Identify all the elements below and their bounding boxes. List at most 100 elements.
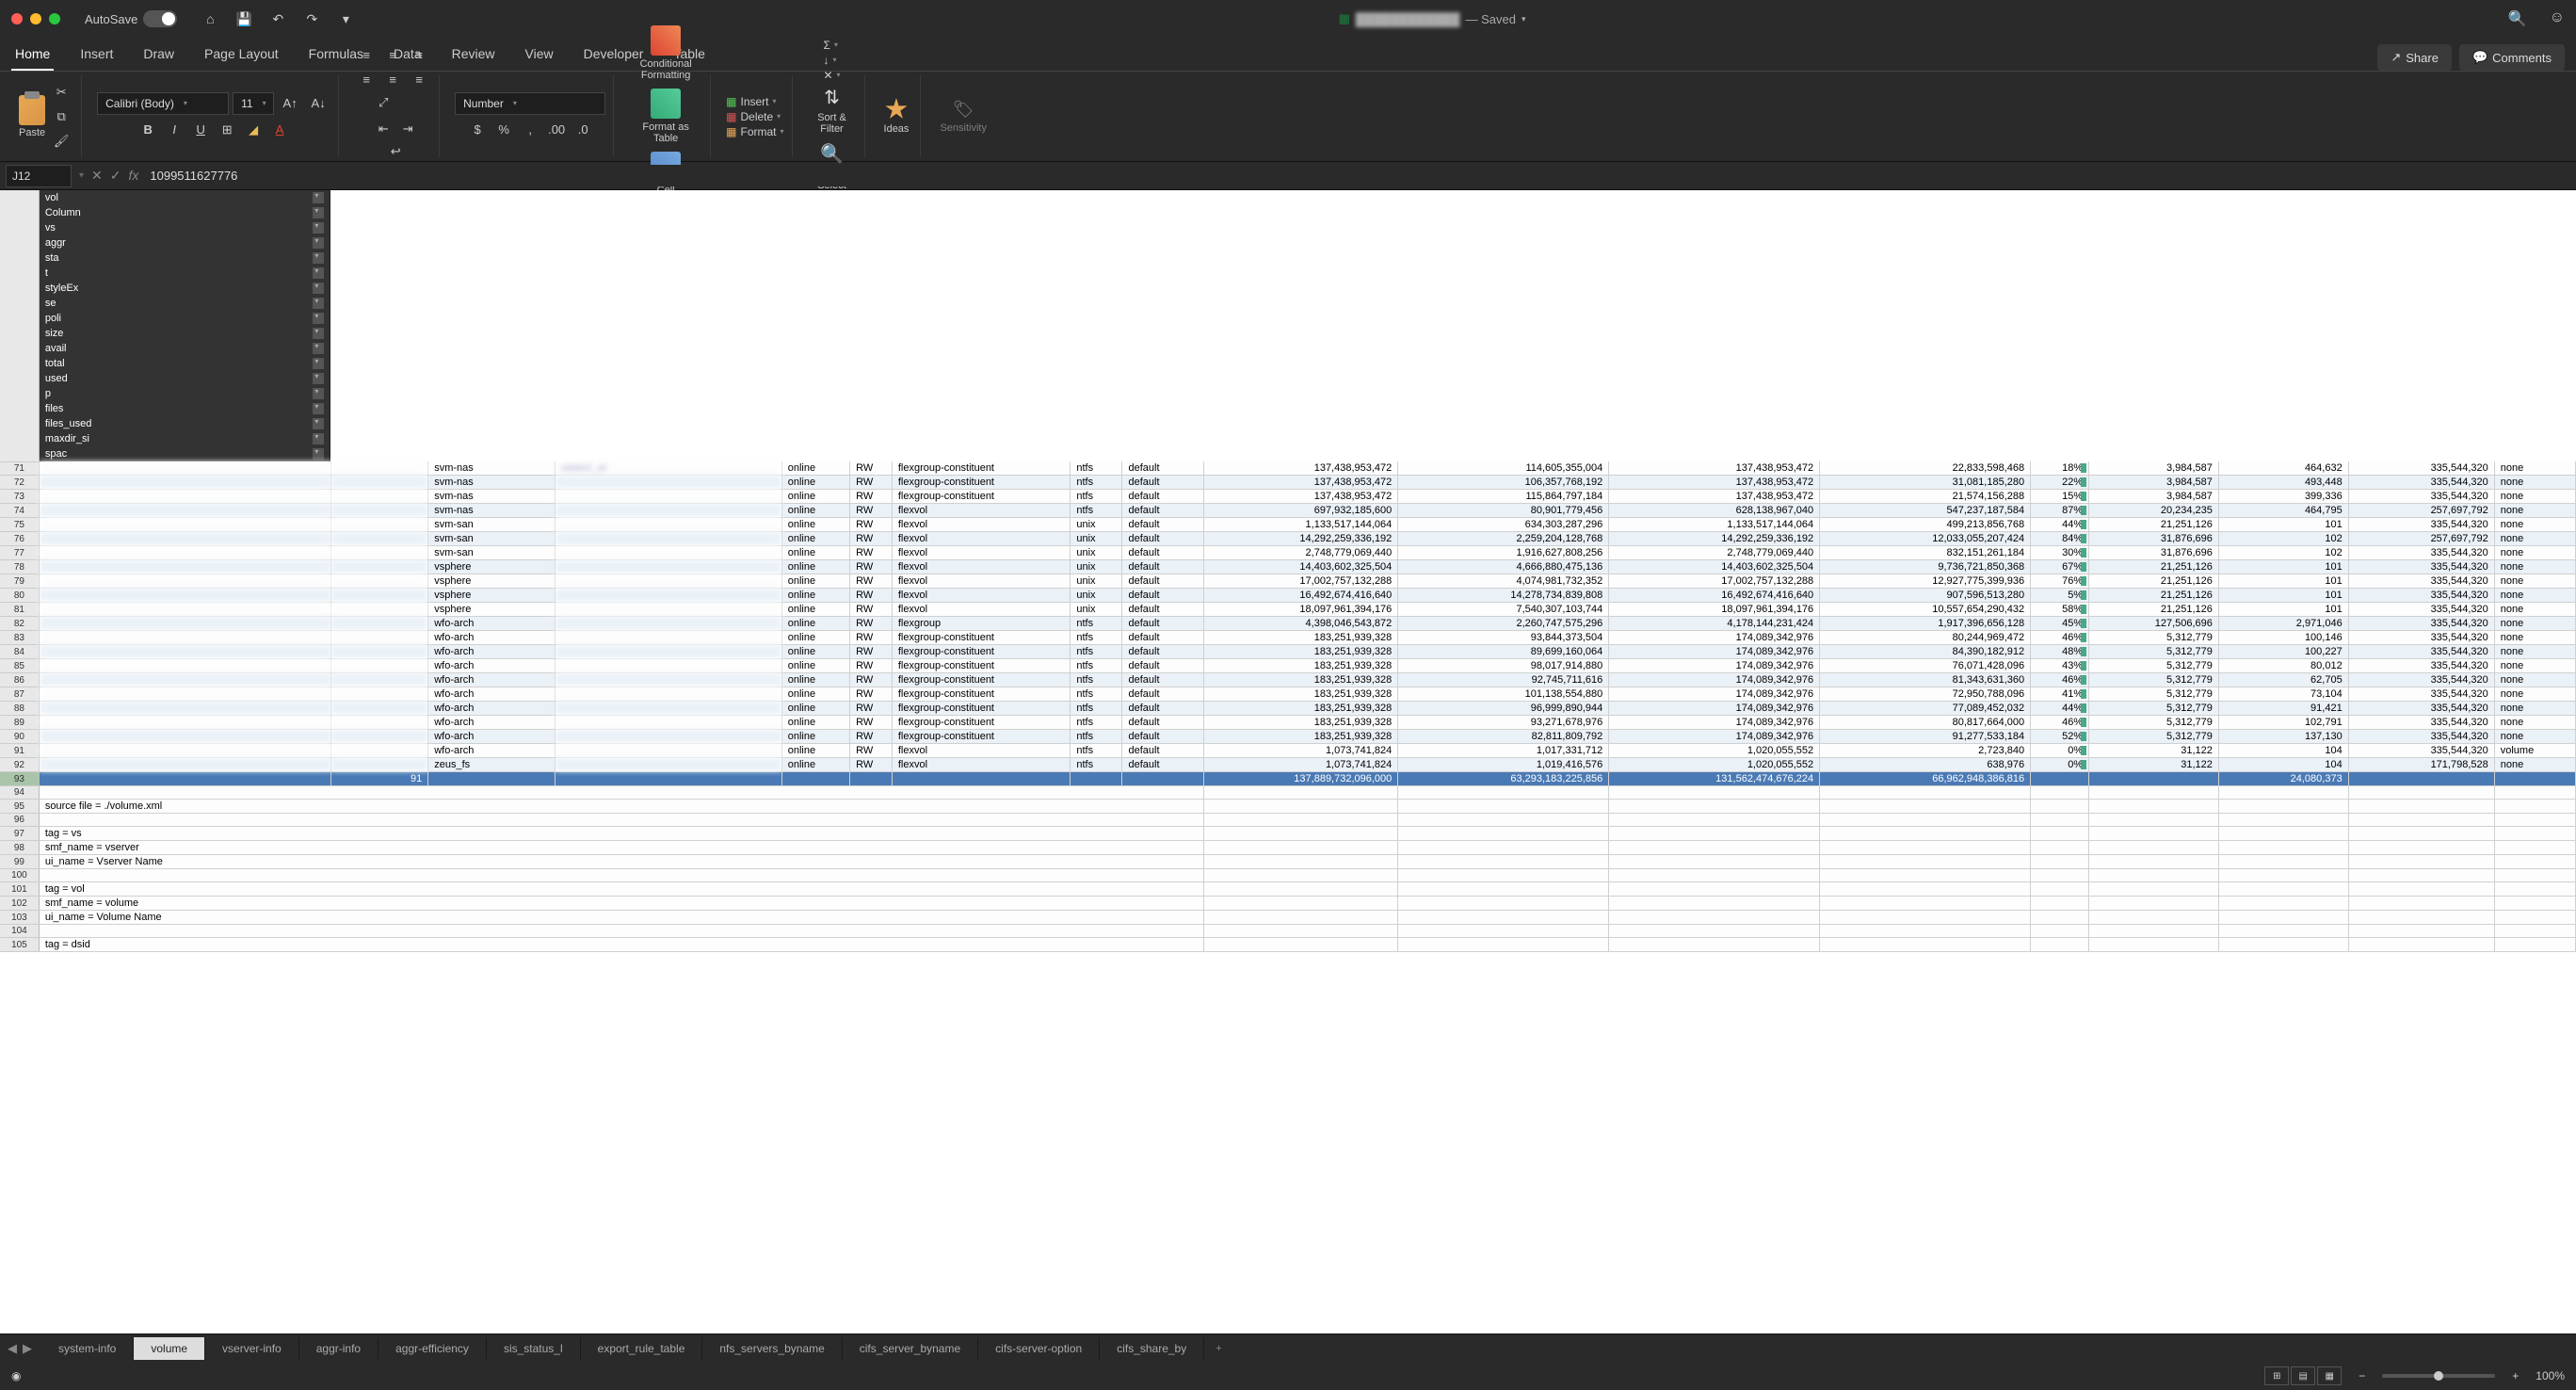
align-left-icon[interactable]: ≡ [354,69,378,91]
row-header[interactable]: 92 [0,758,39,772]
cell[interactable]: 104 [2218,758,2348,772]
cell[interactable]: 4,074,981,732,352 [1398,574,1609,589]
enter-formula-icon[interactable]: ✓ [110,168,121,184]
cell[interactable] [1398,938,1609,952]
increase-decimal-icon[interactable]: .00 [544,119,569,141]
total-cell[interactable] [2494,772,2575,786]
row-header[interactable]: 76 [0,532,39,546]
decrease-indent-icon[interactable]: ⇤ [371,118,395,140]
cell[interactable]: 2,723,840 [1820,744,2031,758]
cell[interactable]: none [2494,687,2575,702]
align-center-icon[interactable]: ≡ [380,69,405,91]
cell[interactable]: 4,666,880,475,136 [1398,560,1609,574]
cell[interactable] [2494,855,2575,869]
cell[interactable]: 80,244,969,472 [1820,631,2031,645]
cell[interactable]: 907,596,513,280 [1820,589,2031,603]
cell[interactable]: RW [850,744,893,758]
cell[interactable]: 67% [2031,560,2089,574]
row-header[interactable]: 90 [0,730,39,744]
cell[interactable] [330,673,427,687]
cell[interactable]: 114,605,355,004 [1398,461,1609,476]
cell[interactable] [2218,869,2348,882]
cell[interactable] [555,603,781,617]
cell[interactable]: none [2494,490,2575,504]
cell[interactable] [2089,869,2219,882]
cell[interactable] [555,476,781,490]
cell[interactable]: 22% [2031,476,2089,490]
cell[interactable] [1203,911,1398,925]
cell[interactable]: flexvol [892,758,1070,772]
filter-icon[interactable] [313,222,324,234]
total-cell[interactable]: 66,962,948,386,816 [1820,772,2031,786]
cell[interactable] [2494,841,2575,855]
format-painter-icon[interactable]: 🖌 [49,130,73,153]
cell[interactable] [39,702,330,716]
column-header-aggr[interactable]: aggr [40,235,331,251]
cell[interactable]: 21,251,126 [2089,560,2219,574]
cell[interactable] [2089,814,2219,827]
cancel-formula-icon[interactable]: ✕ [91,168,103,184]
cell[interactable]: default [1122,631,1203,645]
cell[interactable] [2348,882,2494,897]
cell[interactable] [2494,925,2575,938]
cell[interactable] [2031,814,2089,827]
cell[interactable]: none [2494,504,2575,518]
cell[interactable]: 115,864,797,184 [1398,490,1609,504]
cell[interactable]: RW [850,490,893,504]
cell[interactable] [555,645,781,659]
cell[interactable] [1609,925,1820,938]
total-cell[interactable] [1122,772,1203,786]
cell[interactable]: 101 [2218,589,2348,603]
cell[interactable]: none [2494,758,2575,772]
cell[interactable]: 335,544,320 [2348,490,2494,504]
cell[interactable] [39,673,330,687]
cell[interactable] [1820,938,2031,952]
sheet-next-icon[interactable]: ▶ [23,1341,32,1356]
cell[interactable]: RW [850,532,893,546]
chevron-down-icon[interactable]: ▾ [1521,14,1526,24]
cell[interactable]: RW [850,645,893,659]
ribbon-tab-insert[interactable]: Insert [76,39,117,71]
cell[interactable] [2218,938,2348,952]
close-window-button[interactable] [11,13,23,24]
total-cell[interactable] [1071,772,1122,786]
cell[interactable]: ntfs [1071,758,1122,772]
cell[interactable]: flexgroup-constituent [892,490,1070,504]
cell[interactable] [555,617,781,631]
cell[interactable]: zeus_fs [428,758,555,772]
cell[interactable]: RW [850,546,893,560]
cell[interactable]: online [781,758,849,772]
cell[interactable]: 464,632 [2218,461,2348,476]
cell[interactable] [2348,897,2494,911]
note-cell[interactable]: tag = vs [39,827,1203,841]
undo-icon[interactable]: ↶ [267,8,288,29]
cell[interactable] [1820,814,2031,827]
cell[interactable] [1609,855,1820,869]
cell[interactable]: 1,133,517,144,064 [1609,518,1820,532]
cell[interactable] [1203,869,1398,882]
cell[interactable] [39,730,330,744]
copy-icon[interactable]: ⧉ [49,105,73,128]
cell[interactable]: ntfs [1071,659,1122,673]
cell[interactable]: unix [1071,589,1122,603]
align-top-icon[interactable]: ≡ [354,44,378,67]
cell[interactable]: RW [850,589,893,603]
cell[interactable]: 106,357,768,192 [1398,476,1609,490]
filter-icon[interactable] [313,403,324,414]
cell[interactable]: 102,791 [2218,716,2348,730]
cell[interactable]: svm-san [428,532,555,546]
filter-icon[interactable] [313,448,324,460]
filter-icon[interactable] [313,298,324,309]
cell[interactable]: none [2494,461,2575,476]
cell[interactable]: 101,138,554,880 [1398,687,1609,702]
cell[interactable]: 14,403,602,325,504 [1609,560,1820,574]
cell[interactable]: flexgroup-constituent [892,476,1070,490]
cell[interactable]: 15% [2031,490,2089,504]
cell[interactable]: svm-nas [428,461,555,476]
cell[interactable] [2031,869,2089,882]
spreadsheet-grid[interactable]: volColumnvsaggrstatstyleExsepolisizeavai… [0,190,2576,1333]
row-header[interactable]: 103 [0,911,39,925]
cell[interactable]: 335,544,320 [2348,518,2494,532]
cell[interactable] [2348,938,2494,952]
cell[interactable]: 84,390,182,912 [1820,645,2031,659]
